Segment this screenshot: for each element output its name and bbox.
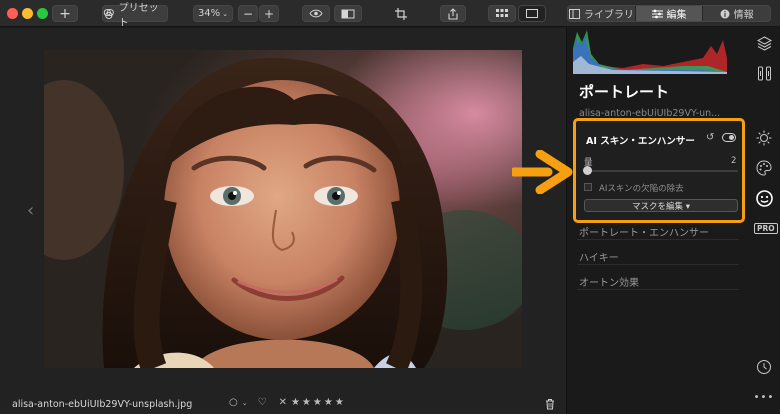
top-toolbar: + プリセット 34% ⌄ − + ライブラリ 編集 情報 xyxy=(0,0,780,29)
crop-button[interactable] xyxy=(388,5,414,22)
section-portrait-enhancer[interactable]: ポートレート・エンハンサー xyxy=(579,224,709,239)
trash-button[interactable] xyxy=(545,398,555,413)
previous-image-button[interactable]: ‹ xyxy=(27,200,34,221)
history-icon[interactable] xyxy=(755,358,773,376)
sliders-icon xyxy=(651,9,663,18)
zoom-window-button[interactable] xyxy=(37,8,48,19)
remove-skin-defects-label: AIスキンの欠陥の除去 xyxy=(599,184,684,194)
star-rating[interactable]: ★★★★★ xyxy=(291,397,346,408)
sun-icon[interactable] xyxy=(755,129,773,147)
divider xyxy=(577,239,739,240)
divider xyxy=(577,289,739,290)
tab-info[interactable]: 情報 xyxy=(703,6,770,21)
undo-icon[interactable]: ↺ xyxy=(706,132,714,143)
grid-view-button[interactable] xyxy=(488,5,516,22)
zoom-select[interactable]: 34% ⌄ xyxy=(193,5,233,22)
section-orton-effect[interactable]: オートン効果 xyxy=(579,274,639,289)
chevron-down-icon: ⌄ xyxy=(241,398,248,407)
minimize-window-button[interactable] xyxy=(22,8,33,19)
ai-skin-toggle[interactable] xyxy=(722,133,736,142)
crop-icon xyxy=(395,7,407,20)
trash-icon xyxy=(546,399,554,410)
amount-slider[interactable] xyxy=(583,166,738,175)
info-icon xyxy=(720,9,730,18)
image-canvas: ‹ alisa-anton-ebUiUIb29VY-unsplash.jpg ○… xyxy=(0,28,566,414)
mode-tabs: ライブラリ 編集 情報 xyxy=(567,5,771,22)
pro-badge[interactable]: PRO xyxy=(754,223,778,234)
close-window-button[interactable] xyxy=(7,8,18,19)
tab-edit[interactable]: 編集 xyxy=(635,6,704,21)
add-button[interactable]: + xyxy=(52,5,78,22)
portrait-photo xyxy=(44,50,522,368)
edit-mask-button[interactable]: マスクを編集 ▾ xyxy=(584,199,738,212)
presets-icon xyxy=(103,8,114,19)
ai-skin-enhancer-section: AI スキン・エンハンサー ↺ 量 2 AIスキンの欠陥の除去 マスクを編集 ▾ xyxy=(573,118,745,223)
presets-label: プリセット xyxy=(118,2,159,29)
share-icon xyxy=(448,7,458,20)
layers-icon[interactable] xyxy=(755,34,773,52)
tab-library[interactable]: ライブラリ xyxy=(568,6,636,21)
presets-button[interactable]: プリセット xyxy=(102,3,168,29)
add-label: + xyxy=(59,5,71,22)
callout-arrow-icon xyxy=(512,150,573,194)
palette-icon[interactable] xyxy=(755,159,773,177)
amount-slider-knob[interactable] xyxy=(583,166,593,175)
more-icon[interactable]: ••• xyxy=(754,388,774,406)
edit-panel: ポートレート alisa-anton-ebUiUIb29VY-un... AI … xyxy=(566,28,748,414)
grid-icon xyxy=(496,9,508,17)
remove-skin-defects-checkbox[interactable] xyxy=(584,183,592,191)
compare-icon xyxy=(341,9,355,18)
histogram xyxy=(573,28,727,74)
preview-button[interactable] xyxy=(302,5,330,22)
zoom-out-button[interactable]: − xyxy=(238,5,258,22)
library-icon xyxy=(568,8,580,19)
color-label-button[interactable]: ○ xyxy=(229,397,238,408)
compare-button[interactable] xyxy=(334,5,362,22)
reject-icon[interactable]: ✕ xyxy=(279,397,287,408)
section-high-key[interactable]: ハイキー xyxy=(579,249,619,264)
heart-icon[interactable]: ♡ xyxy=(258,397,267,408)
share-button[interactable] xyxy=(440,5,466,22)
tool-strip: PRO ••• xyxy=(748,28,780,414)
zoom-value: 34% xyxy=(197,8,221,19)
panel-title: ポートレート xyxy=(579,83,670,101)
zoom-in-button[interactable]: + xyxy=(259,5,279,22)
portrait-image xyxy=(44,50,522,368)
amount-value: 2 xyxy=(731,156,737,166)
single-view-button[interactable] xyxy=(518,5,546,22)
eye-icon xyxy=(309,9,323,18)
crop-tools-icon[interactable] xyxy=(755,64,773,82)
chevron-down-icon: ⌄ xyxy=(222,9,229,18)
divider xyxy=(577,264,739,265)
portrait-face-icon[interactable] xyxy=(755,189,773,207)
single-view-icon xyxy=(526,9,538,18)
rating-bar: ○ ⌄ ♡ ✕ ★★★★★ xyxy=(229,397,346,408)
ai-skin-title[interactable]: AI スキン・エンハンサー xyxy=(586,133,695,147)
image-filename: alisa-anton-ebUiUIb29VY-unsplash.jpg xyxy=(12,399,193,410)
